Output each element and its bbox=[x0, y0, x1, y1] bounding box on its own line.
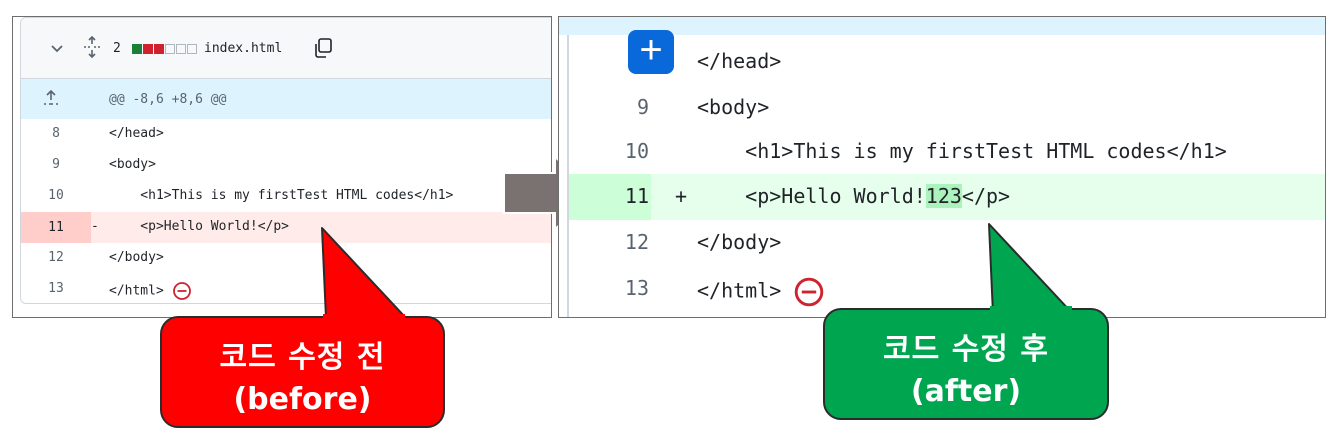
diffstat-deleted-block bbox=[143, 44, 153, 54]
callout-title: 코드 수정 후 bbox=[883, 332, 1049, 367]
callout-pointer bbox=[321, 227, 407, 319]
expand-all-icon[interactable] bbox=[82, 36, 102, 58]
callout-box: 코드 수정 전 (before) bbox=[160, 316, 445, 428]
diff-line: 9 <body> bbox=[21, 150, 551, 181]
diffstat-bar bbox=[132, 44, 197, 55]
no-newline-icon bbox=[172, 282, 191, 300]
line-number: 12 bbox=[624, 230, 649, 254]
line-code: </head> bbox=[109, 126, 164, 141]
diffstat-added-block bbox=[132, 44, 142, 54]
line-code-text: </html> bbox=[109, 283, 164, 299]
diff-line: 8 </head> bbox=[569, 39, 1325, 85]
diff-line: 13 </html> bbox=[21, 274, 551, 303]
diffstat-deleted-block bbox=[154, 44, 164, 54]
line-number: 13 bbox=[624, 276, 649, 300]
diff-line: 12 </body> bbox=[21, 243, 551, 274]
highlighted-change: 123 bbox=[925, 184, 962, 208]
before-diff-screenshot: 2 index.html @@ -8,6 +8,6 @@ 8 </head> 9… bbox=[12, 16, 552, 318]
changes-count: 2 bbox=[113, 41, 121, 56]
file-header: 2 index.html bbox=[21, 18, 551, 79]
line-code: </html> bbox=[109, 281, 192, 301]
line-number: 11 bbox=[624, 184, 649, 208]
line-number: 10 bbox=[624, 139, 649, 163]
file-name[interactable]: index.html bbox=[204, 41, 282, 56]
expand-up-icon[interactable] bbox=[41, 88, 61, 108]
line-number: 13 bbox=[48, 281, 64, 296]
line-code-text: </html> bbox=[697, 278, 782, 303]
after-diff-screenshot: 8 </head> 9 <body> 10 <h1>This is my fir… bbox=[558, 16, 1326, 318]
add-comment-button[interactable]: + bbox=[628, 30, 674, 74]
hunk-text: @@ -8,6 +8,6 @@ bbox=[109, 92, 227, 107]
diff-line: 10 <h1>This is my firstTest HTML codes</… bbox=[569, 129, 1325, 175]
line-code: <h1>This is my firstTest HTML codes</h1> bbox=[109, 188, 454, 203]
line-code-text: </p> bbox=[961, 184, 1011, 208]
line-sign: - bbox=[91, 219, 99, 234]
diff-line: 10 <h1>This is my firstTest HTML codes</… bbox=[21, 181, 551, 212]
diff-file-card: 2 index.html @@ -8,6 +8,6 @@ 8 </head> 9… bbox=[20, 17, 551, 304]
callout-pointer bbox=[988, 223, 1074, 315]
line-code: <p>Hello World!123</p> bbox=[697, 184, 1010, 208]
callout-box: 코드 수정 후 (after) bbox=[823, 308, 1109, 420]
line-code: </body> bbox=[697, 230, 782, 254]
diffstat-neutral-block bbox=[187, 44, 197, 54]
line-number: 8 bbox=[52, 126, 60, 141]
diff-line: 9 <body> bbox=[569, 85, 1325, 131]
line-number: 12 bbox=[48, 250, 64, 265]
diff-line: 12 </body> bbox=[569, 220, 1325, 266]
no-newline-icon bbox=[795, 277, 824, 307]
callout-subtitle: (after) bbox=[910, 374, 1022, 409]
line-code: <p>Hello World!</p> bbox=[109, 219, 290, 234]
line-code: </html> bbox=[697, 276, 825, 308]
line-code: </body> bbox=[109, 250, 164, 265]
copy-icon[interactable] bbox=[312, 37, 334, 59]
diff-line: 8 </head> bbox=[21, 119, 551, 150]
line-sign: + bbox=[675, 184, 688, 208]
callout-title: 코드 수정 전 bbox=[219, 340, 386, 375]
line-code: <h1>This is my firstTest HTML codes</h1> bbox=[697, 139, 1227, 163]
diff-line-deleted: 11 - <p>Hello World!</p> bbox=[21, 212, 551, 243]
diffstat-neutral-block bbox=[165, 44, 175, 54]
line-number: 11 bbox=[21, 212, 91, 243]
diff-line-added: 11 + <p>Hello World!123</p> bbox=[569, 174, 1325, 220]
line-number: 10 bbox=[48, 188, 64, 203]
chevron-down-icon[interactable] bbox=[49, 40, 65, 56]
hunk-header: @@ -8,6 +8,6 @@ bbox=[21, 79, 551, 119]
callout-subtitle: (before) bbox=[233, 382, 372, 417]
diffstat-neutral-block bbox=[176, 44, 186, 54]
line-code: <body> bbox=[697, 95, 770, 119]
line-code-text: <p>Hello World! bbox=[697, 184, 926, 208]
line-code: <body> bbox=[109, 157, 156, 172]
line-number: 9 bbox=[52, 157, 60, 172]
line-number: 9 bbox=[636, 95, 649, 119]
diff-line: 13 </html> bbox=[569, 266, 1325, 312]
hunk-header-band bbox=[559, 17, 1325, 35]
callout-joint bbox=[990, 306, 1072, 312]
line-code: </head> bbox=[697, 49, 782, 73]
callout-joint bbox=[323, 314, 405, 320]
